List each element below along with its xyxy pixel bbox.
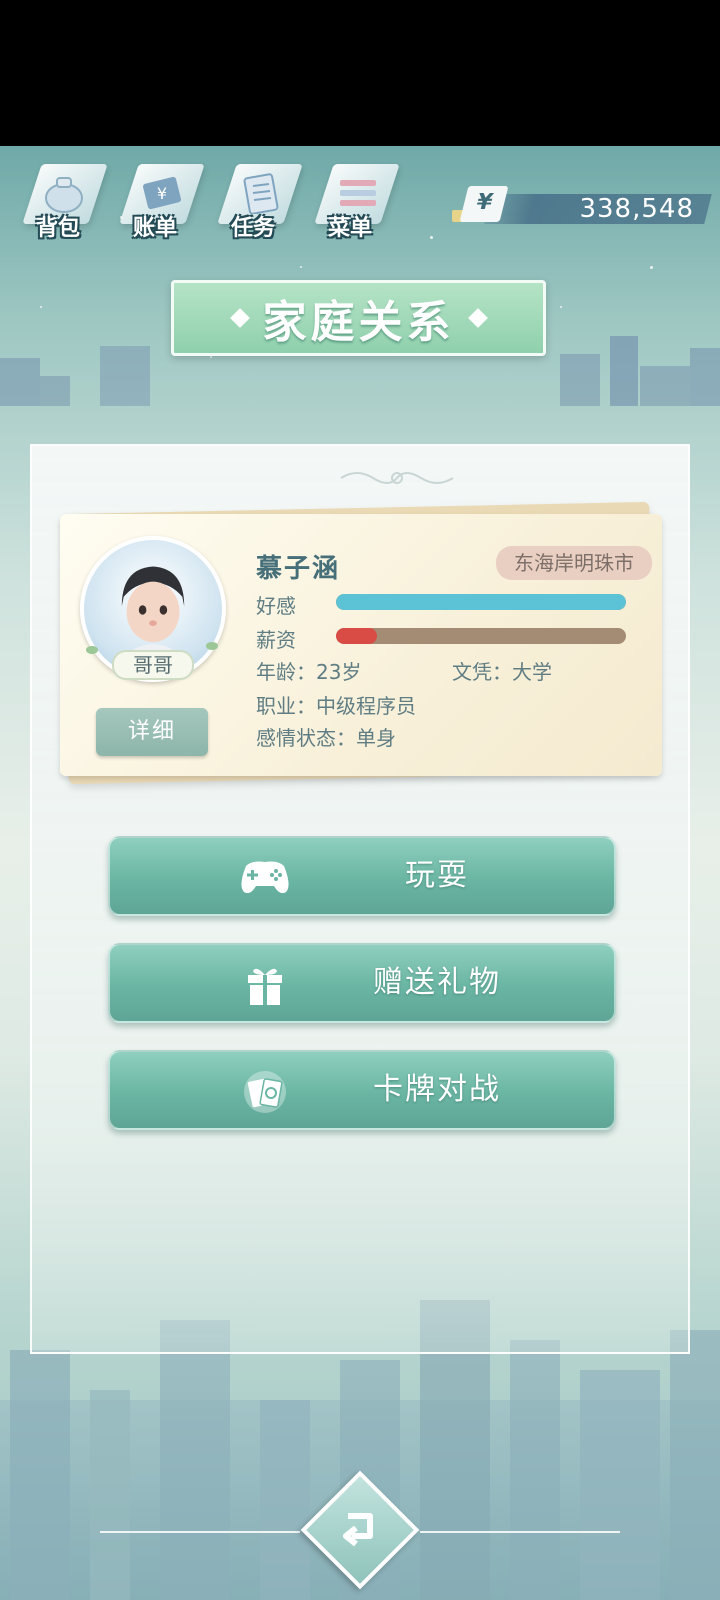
give-gift-button[interactable]: 赠送礼物 — [108, 943, 616, 1023]
nav-label-bag: 背包 — [35, 216, 80, 241]
play-button[interactable]: 玩耍 — [108, 836, 616, 916]
currency-display: ¥ 338,548 — [452, 186, 712, 230]
diamond-icon — [229, 308, 250, 328]
bill-yen-glyph: ¥ — [157, 184, 167, 203]
favor-label: 好感 — [256, 594, 296, 618]
salary-label: 薪资 — [256, 628, 296, 652]
sparkle — [300, 266, 302, 268]
task-list-icon — [243, 173, 279, 214]
card-battle-button[interactable]: 卡牌对战 — [108, 1050, 616, 1130]
diamond-icon — [467, 308, 488, 328]
page-title-banner: 家庭关系 — [171, 280, 546, 356]
favor-bar-fill — [336, 594, 626, 610]
relationship-status-text: 感情状态：单身 — [256, 726, 396, 750]
back-arrow-icon — [343, 1513, 373, 1547]
detail-button[interactable]: 详细 — [96, 708, 208, 756]
nav-menu[interactable]: 菜单 — [310, 160, 402, 242]
city-badge: 东海岸明珠市 — [496, 546, 652, 580]
bottom-divider-right — [420, 1531, 620, 1533]
nav-label-bill: 账单 — [132, 216, 177, 241]
currency-value: 338,548 — [579, 194, 694, 224]
leaf-decoration — [206, 642, 218, 650]
bottom-divider-left — [100, 1531, 300, 1533]
nav-task[interactable]: 任务 — [213, 160, 305, 242]
sparkle — [40, 306, 42, 308]
leaf-decoration — [86, 646, 98, 654]
age-text: 年龄：23岁 — [256, 660, 362, 684]
page-title: 家庭关系 — [262, 297, 455, 348]
education-text: 文凭：大学 — [452, 660, 552, 684]
nav-bag[interactable]: 背包 — [18, 160, 110, 242]
bag-icon — [45, 177, 83, 213]
nav-label-menu: 菜单 — [327, 216, 372, 241]
nav-bill[interactable]: ¥ 账单 — [115, 160, 207, 242]
give-gift-label: 赠送礼物 — [373, 965, 501, 1000]
bill-icon: ¥ — [142, 176, 182, 210]
ornament-icon — [340, 472, 454, 484]
status-bar — [0, 0, 720, 146]
salary-bar — [336, 628, 626, 644]
character-name: 慕子涵 — [256, 554, 341, 584]
nav-label-task: 任务 — [230, 216, 275, 241]
menu-icon — [340, 180, 376, 206]
card-battle-label: 卡牌对战 — [373, 1072, 501, 1107]
sparkle — [430, 236, 433, 239]
play-label: 玩耍 — [405, 858, 469, 893]
relation-tag: 哥哥 — [112, 650, 194, 680]
sparkle — [650, 266, 653, 269]
job-text: 职业：中级程序员 — [256, 694, 416, 718]
favor-bar — [336, 594, 626, 610]
sparkle — [560, 306, 562, 308]
salary-bar-fill — [336, 628, 377, 644]
